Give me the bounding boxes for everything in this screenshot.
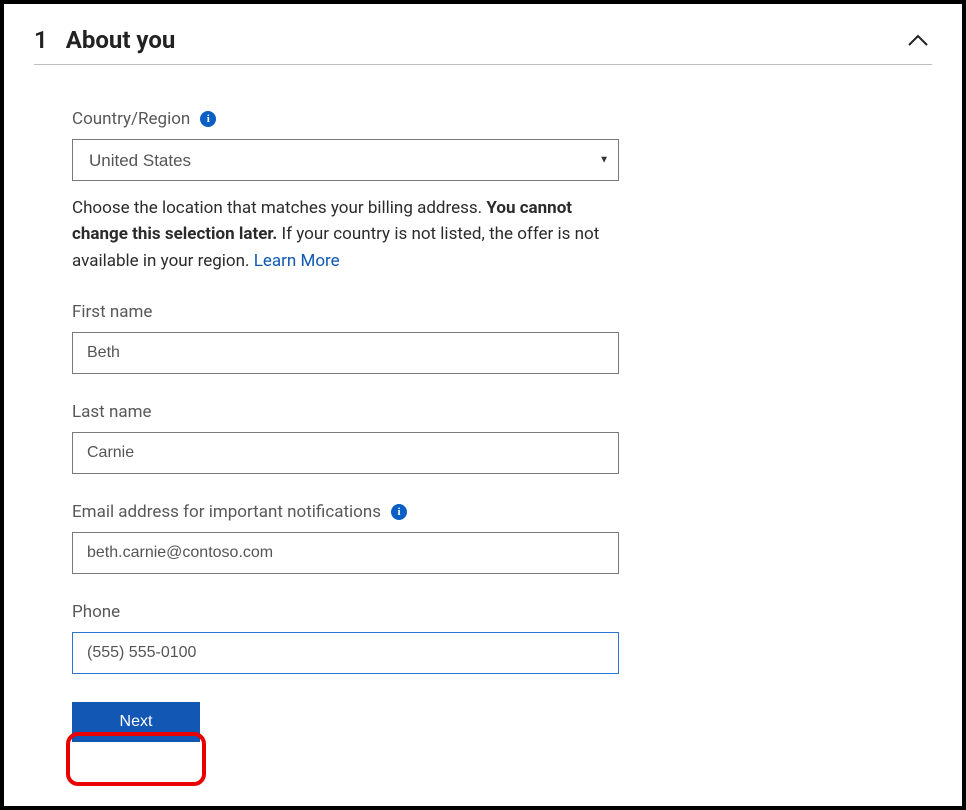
learn-more-link[interactable]: Learn More bbox=[254, 251, 340, 271]
phone-label: Phone bbox=[72, 602, 120, 622]
next-button[interactable]: Next bbox=[72, 702, 200, 742]
first-name-input[interactable] bbox=[72, 332, 619, 374]
email-info[interactable]: i bbox=[391, 504, 407, 520]
country-info[interactable]: i bbox=[200, 111, 216, 127]
chevron-up-icon bbox=[908, 34, 928, 46]
country-label: Country/Region bbox=[72, 109, 190, 129]
first-name-label: First name bbox=[72, 302, 152, 322]
email-input[interactable] bbox=[72, 532, 619, 574]
info-icon: i bbox=[200, 111, 216, 127]
country-helper-text: Choose the location that matches your bi… bbox=[72, 195, 617, 274]
email-label: Email address for important notification… bbox=[72, 502, 381, 522]
section-title: About you bbox=[66, 26, 904, 54]
info-icon: i bbox=[391, 504, 407, 520]
section-header: 1 About you bbox=[34, 26, 932, 65]
about-you-form: Country/Region i United States ▼ Choose … bbox=[34, 109, 629, 742]
last-name-label: Last name bbox=[72, 402, 152, 422]
country-label-row: Country/Region i bbox=[72, 109, 629, 129]
step-number: 1 bbox=[34, 26, 48, 54]
collapse-toggle[interactable] bbox=[904, 27, 932, 54]
phone-input[interactable] bbox=[72, 632, 619, 674]
country-select[interactable]: United States bbox=[72, 139, 619, 181]
last-name-input[interactable] bbox=[72, 432, 619, 474]
